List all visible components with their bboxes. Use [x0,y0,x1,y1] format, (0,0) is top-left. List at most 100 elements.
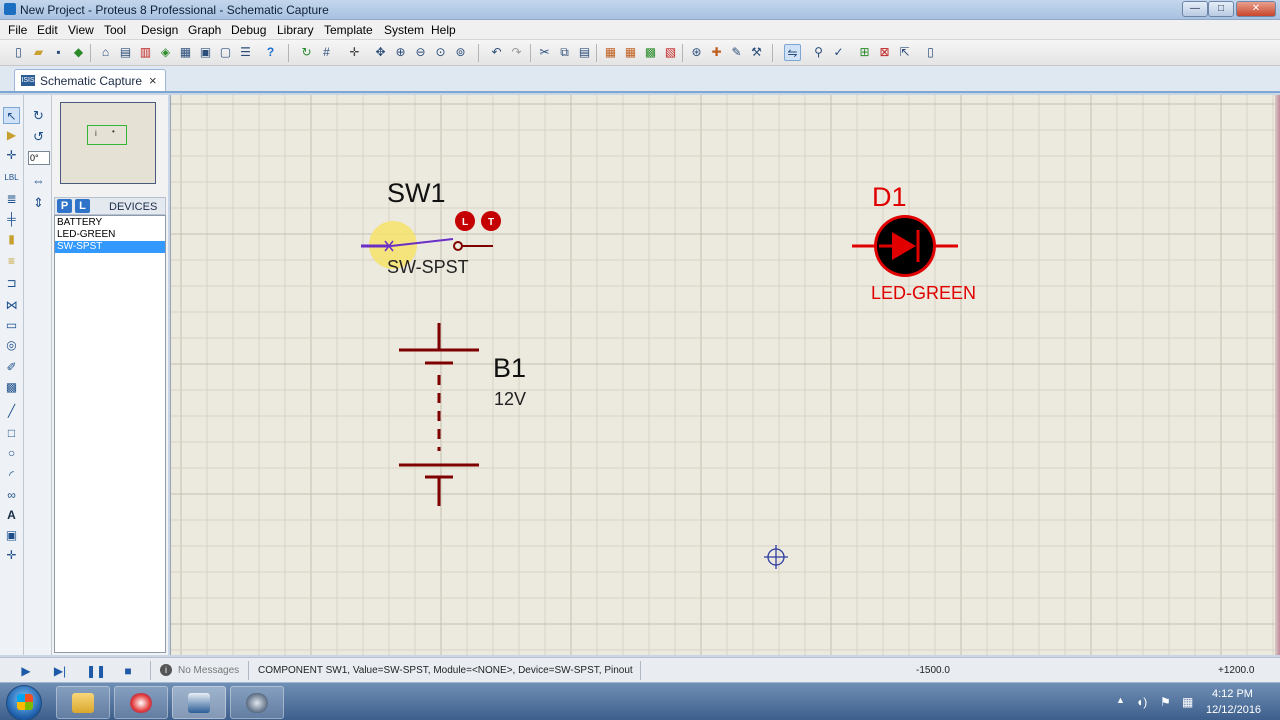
tape-recorder-icon[interactable]: ▭ [3,317,20,334]
wire-label-icon[interactable]: LBL [3,169,20,186]
symbol-2d-icon[interactable]: ▣ [3,527,20,544]
step-icon[interactable]: ▶| [52,663,68,679]
show-hidden-icons-icon[interactable]: ▲ [1116,695,1125,705]
source-code-icon[interactable]: ☰ [237,44,254,61]
close-button[interactable]: ✕ [1236,1,1276,17]
menu-view[interactable]: View [68,23,94,37]
tab-close-icon[interactable]: × [149,73,157,88]
device-pins-icon[interactable]: ⊐ [3,275,20,292]
subcircuit-icon[interactable]: ▮ [3,231,20,248]
zoom-area-icon[interactable]: ⊚ [452,44,469,61]
gerber-icon[interactable]: ▦ [177,44,194,61]
virtual-instruments-icon[interactable]: ▩ [3,379,20,396]
device-item-battery[interactable]: BATTERY [55,217,165,229]
new-file-icon[interactable]: ▯ [10,44,27,61]
packaging-tool-icon[interactable]: ✎ [728,44,745,61]
redo-icon[interactable]: ↷ [508,44,525,61]
rotate-anticlockwise-icon[interactable]: ↺ [30,128,47,145]
component-mode-icon[interactable]: ▶ [3,127,20,144]
zoom-in-icon[interactable]: ⊕ [392,44,409,61]
property-tool-icon[interactable]: ✓ [830,44,847,61]
circle-2d-icon[interactable]: ○ [3,445,20,462]
remove-sheet-icon[interactable]: ⊠ [876,44,893,61]
rotate-clockwise-icon[interactable]: ↻ [30,107,47,124]
block-copy-icon[interactable]: ▦ [602,44,619,61]
stop-icon[interactable]: ■ [120,663,136,679]
device-item-sw-spst[interactable]: SW-SPST [55,241,165,253]
search-tag-icon[interactable]: ⚲ [810,44,827,61]
3d-view-icon[interactable]: ◈ [157,44,174,61]
help-icon[interactable]: ? [262,44,279,61]
junction-dot-icon[interactable]: ✛ [3,147,20,164]
generator-icon[interactable]: ◎ [3,337,20,354]
cut-icon[interactable]: ✂ [536,44,553,61]
text-2d-icon[interactable]: A [3,507,20,524]
paste-icon[interactable]: ▤ [576,44,593,61]
action-center-icon[interactable]: ⚑ [1160,695,1171,709]
menu-file[interactable]: File [8,23,27,37]
line-2d-icon[interactable]: ╱ [3,403,20,420]
messages-text[interactable]: No Messages [178,665,239,676]
menu-tool[interactable]: Tool [104,23,126,37]
zoom-all-icon[interactable]: ⊙ [432,44,449,61]
terminals-icon[interactable]: ≡ [3,253,20,270]
grid-toggle-icon[interactable]: # [318,44,335,61]
menu-template[interactable]: Template [324,23,373,37]
pause-icon[interactable]: ❚❚ [86,663,106,679]
minimize-button[interactable]: — [1182,1,1208,17]
rotation-angle-input[interactable] [28,151,50,165]
decompose-icon[interactable]: ⚒ [748,44,765,61]
wire-autorouter-icon[interactable]: ⇋ [784,44,801,61]
overview-window[interactable]: i • [60,102,156,184]
arc-2d-icon[interactable]: ◜ [3,467,20,484]
menu-edit[interactable]: Edit [37,23,58,37]
clock-date[interactable]: 12/12/2016 [1206,704,1261,716]
block-rotate-icon[interactable]: ▩ [642,44,659,61]
refresh-icon[interactable]: ↻ [298,44,315,61]
undo-icon[interactable]: ↶ [488,44,505,61]
pick-devices-button[interactable]: P [57,199,72,213]
tab-schematic-capture[interactable]: ISIS Schematic Capture × [14,69,166,91]
taskbar-media[interactable] [114,686,168,719]
mirror-x-icon[interactable]: ⇔ [30,172,47,189]
box-2d-icon[interactable]: □ [3,425,20,442]
taskbar-tool[interactable] [230,686,284,719]
library-manager-button[interactable]: L [75,199,90,213]
block-delete-icon[interactable]: ▧ [662,44,679,61]
pan-icon[interactable]: ✥ [372,44,389,61]
selection-mode-icon[interactable]: ↖ [3,107,20,124]
mirror-y-icon[interactable]: ⇕ [30,194,47,211]
menu-help[interactable]: Help [431,23,456,37]
taskbar-proteus[interactable] [172,686,226,719]
menu-library[interactable]: Library [277,23,314,37]
menu-design[interactable]: Design [141,23,178,37]
import-icon[interactable]: ◆ [70,44,87,61]
pcb-icon[interactable]: ▥ [137,44,154,61]
schematic-canvas[interactable]: L T SW1 SW-SPST B1 12V D1 LED-GREEN [171,95,1276,655]
open-folder-icon[interactable]: ▰ [30,44,47,61]
info-icon[interactable]: i [160,664,172,676]
text-script-icon[interactable]: ≣ [3,191,20,208]
clock-time[interactable]: 4:12 PM [1212,688,1253,700]
pick-device-icon[interactable]: ⊛ [688,44,705,61]
block-move-icon[interactable]: ▦ [622,44,639,61]
netlist-icon[interactable]: ▯ [922,44,939,61]
make-device-icon[interactable]: ✚ [708,44,725,61]
device-item-led-green[interactable]: LED-GREEN [55,229,165,241]
schematic-editing-window[interactable]: L T SW1 SW-SPST B1 12V D1 LED-GREEN [170,95,1276,655]
voltage-probe-icon[interactable]: ✐ [3,359,20,376]
start-button[interactable] [6,685,42,720]
bom-icon[interactable]: ▣ [197,44,214,61]
schematic-icon[interactable]: ▤ [117,44,134,61]
menu-system[interactable]: System [384,23,424,37]
menu-graph[interactable]: Graph [188,23,221,37]
design-explorer-icon[interactable]: ▢ [217,44,234,61]
menu-debug[interactable]: Debug [231,23,266,37]
new-sheet-icon[interactable]: ⊞ [856,44,873,61]
exit-to-parent-icon[interactable]: ⇱ [896,44,913,61]
taskbar-explorer[interactable] [56,686,110,719]
copy-icon[interactable]: ⧉ [556,44,573,61]
graph-mode-icon[interactable]: ⋈ [3,297,20,314]
origin-icon[interactable]: ✛ [346,44,363,61]
path-2d-icon[interactable]: ∞ [3,487,20,504]
